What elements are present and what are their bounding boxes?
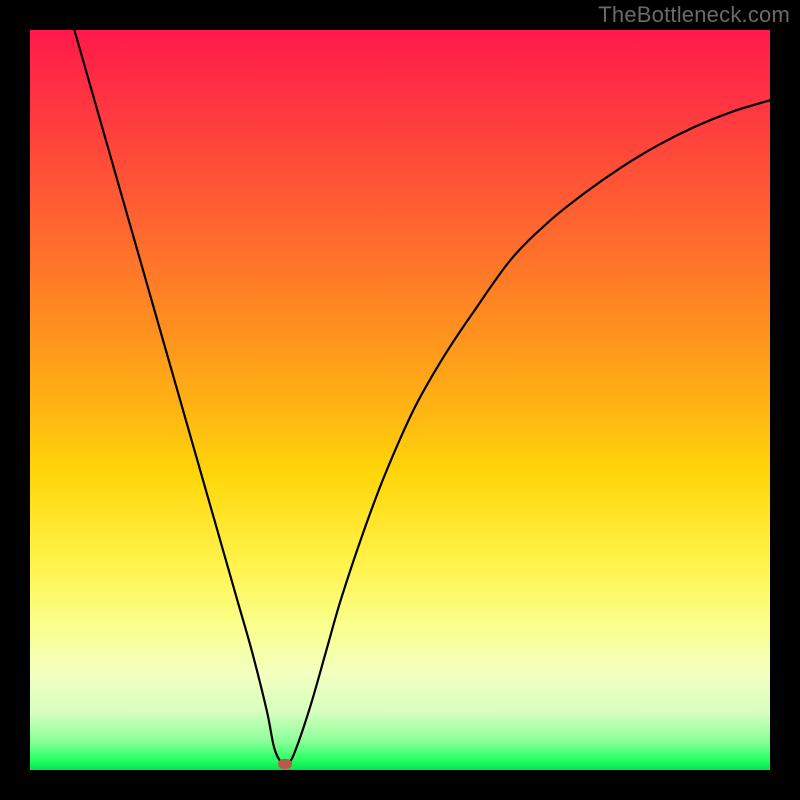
minimum-marker xyxy=(278,759,292,769)
plot-area xyxy=(30,30,770,770)
chart-frame: { "watermark": "TheBottleneck.com", "cha… xyxy=(0,0,800,800)
curve-svg xyxy=(30,30,770,770)
watermark-text: TheBottleneck.com xyxy=(598,2,790,28)
bottleneck-curve xyxy=(74,30,770,764)
